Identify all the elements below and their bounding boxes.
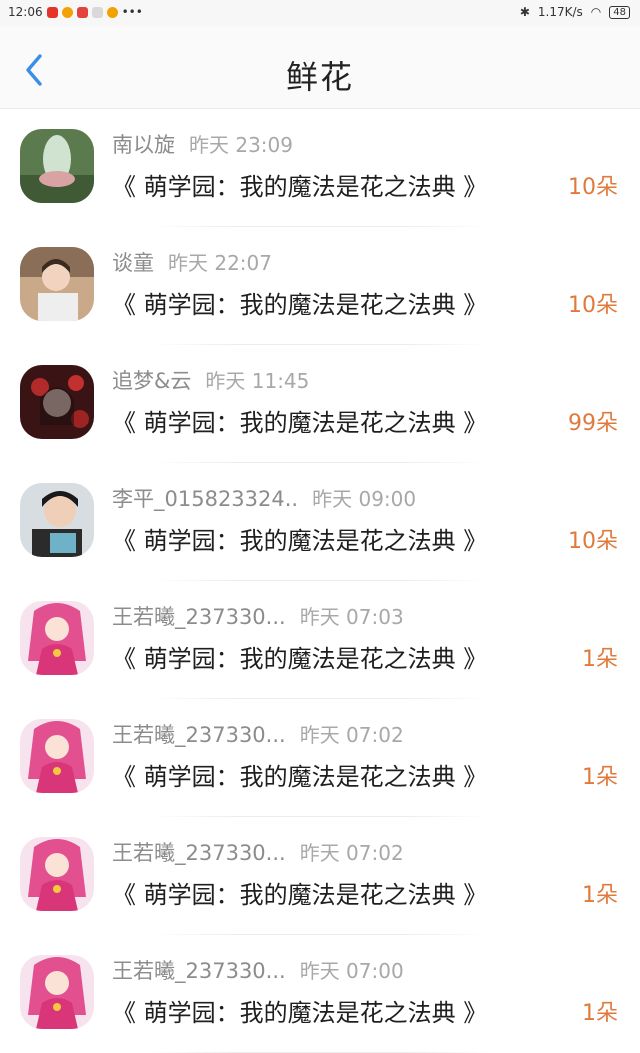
timestamp: 昨天 07:03 bbox=[299, 605, 404, 629]
list-item[interactable]: 王若曦_237330... 昨天 07:02 《 萌学园：我的魔法是花之法典 》 … bbox=[0, 699, 640, 817]
nav-bar: 鲜花 bbox=[0, 26, 640, 109]
user-name: 追梦&云 bbox=[112, 369, 192, 393]
flower-count: 1朵 bbox=[582, 1001, 618, 1026]
flower-count: 10朵 bbox=[568, 293, 618, 318]
avatar[interactable] bbox=[20, 601, 94, 675]
avatar[interactable] bbox=[20, 955, 94, 1029]
app-notification-icon bbox=[46, 6, 58, 18]
user-name: 王若曦_237330... bbox=[112, 723, 286, 747]
weibo-icon bbox=[61, 6, 73, 18]
battery-icon: 48 bbox=[609, 5, 630, 19]
flower-count: 1朵 bbox=[582, 647, 618, 672]
timestamp: 昨天 11:45 bbox=[205, 369, 310, 393]
avatar[interactable] bbox=[20, 247, 94, 321]
flower-count: 10朵 bbox=[568, 529, 618, 554]
list-item[interactable]: 王若曦_237330... 昨天 07:02 《 萌学园：我的魔法是花之法典 》 … bbox=[0, 817, 640, 935]
avatar[interactable] bbox=[20, 129, 94, 203]
book-title: 《 萌学园：我的魔法是花之法典 》 bbox=[112, 173, 488, 201]
bluetooth-icon: ✱ bbox=[519, 5, 530, 19]
avatar[interactable] bbox=[20, 719, 94, 793]
list-item[interactable]: 王若曦_237330... 昨天 07:03 《 萌学园：我的魔法是花之法典 》 … bbox=[0, 581, 640, 699]
flower-count: 1朵 bbox=[582, 765, 618, 790]
more-notifications-icon: ••• bbox=[121, 5, 143, 19]
user-name: 李平_015823324.. bbox=[112, 487, 299, 511]
user-name: 王若曦_237330... bbox=[112, 841, 286, 865]
avatar[interactable] bbox=[20, 837, 94, 911]
flower-count: 99朵 bbox=[568, 411, 618, 436]
avatar[interactable] bbox=[20, 483, 94, 557]
book-title: 《 萌学园：我的魔法是花之法典 》 bbox=[112, 291, 488, 319]
book-title: 《 萌学园：我的魔法是花之法典 》 bbox=[112, 409, 488, 437]
clock: 12:06 bbox=[8, 5, 43, 19]
list-item[interactable]: 李平_015823324.. 昨天 09:00 《 萌学园：我的魔法是花之法典 》… bbox=[0, 463, 640, 581]
list-item[interactable]: 王若曦_237330... 昨天 07:00 《 萌学园：我的魔法是花之法典 》 … bbox=[0, 935, 640, 1053]
flower-count: 10朵 bbox=[568, 175, 618, 200]
user-name: 南以旋 bbox=[112, 133, 175, 157]
user-name: 王若曦_237330... bbox=[112, 605, 286, 629]
avatar[interactable] bbox=[20, 365, 94, 439]
timestamp: 昨天 07:02 bbox=[299, 723, 404, 747]
list-item[interactable]: 谈童 昨天 22:07 《 萌学园：我的魔法是花之法典 》 10朵 bbox=[0, 227, 640, 345]
network-speed: 1.17K/s bbox=[537, 5, 583, 19]
app-notification-icon bbox=[91, 6, 103, 18]
list-item[interactable]: 追梦&云 昨天 11:45 《 萌学园：我的魔法是花之法典 》 99朵 bbox=[0, 345, 640, 463]
timestamp: 昨天 23:09 bbox=[189, 133, 293, 157]
book-title: 《 萌学园：我的魔法是花之法典 》 bbox=[112, 645, 488, 673]
book-title: 《 萌学园：我的魔法是花之法典 》 bbox=[112, 527, 488, 555]
status-bar: 12:06 ••• ✱ 1.17K/s ◠ 48 bbox=[0, 0, 640, 26]
user-name: 谈童 bbox=[112, 251, 154, 275]
timestamp: 昨天 09:00 bbox=[312, 487, 417, 511]
user-name: 王若曦_237330... bbox=[112, 959, 286, 983]
book-title: 《 萌学园：我的魔法是花之法典 》 bbox=[112, 763, 488, 791]
app-notification-icon bbox=[76, 6, 88, 18]
timestamp: 昨天 07:02 bbox=[299, 841, 404, 865]
timestamp: 昨天 07:00 bbox=[299, 959, 404, 983]
book-title: 《 萌学园：我的魔法是花之法典 》 bbox=[112, 999, 488, 1027]
page-title: 鲜花 bbox=[285, 58, 354, 96]
flower-count: 1朵 bbox=[582, 883, 618, 908]
weibo-icon bbox=[106, 6, 118, 18]
book-title: 《 萌学园：我的魔法是花之法典 》 bbox=[112, 881, 488, 909]
timestamp: 昨天 22:07 bbox=[168, 251, 272, 275]
wifi-icon: ◠ bbox=[590, 5, 602, 19]
list-item[interactable]: 南以旋 昨天 23:09 《 萌学园：我的魔法是花之法典 》 10朵 bbox=[0, 109, 640, 227]
flower-list: 南以旋 昨天 23:09 《 萌学园：我的魔法是花之法典 》 10朵 谈童 昨天 2… bbox=[0, 109, 640, 1053]
